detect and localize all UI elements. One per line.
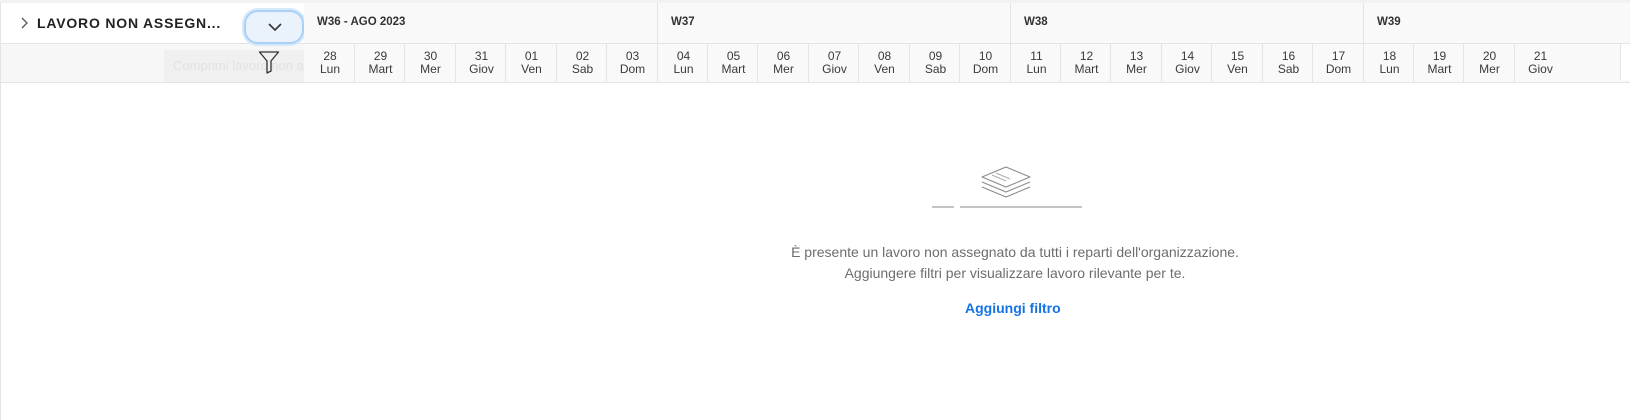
day-column-header: 21 Giov (1514, 44, 1566, 82)
day-name: Sab (1277, 62, 1300, 76)
day-name: Sab (924, 62, 947, 76)
day-name: Sab (571, 62, 594, 76)
day-column-header: 17 Dom (1312, 44, 1364, 82)
day-name: Giov (469, 62, 494, 76)
day-name: Mer (420, 62, 441, 76)
add-filter-link[interactable]: Aggiungi filtro (965, 300, 1061, 316)
week-header-row: W36 - AGO 2023 W37 W38 W39 (304, 3, 1630, 44)
day-column-header: 15 Ven (1211, 44, 1263, 82)
stacked-pages-icon (981, 166, 1031, 198)
day-column-header: 04 Lun (657, 44, 709, 82)
week-label: W37 (671, 16, 695, 28)
week-label: W39 (1377, 16, 1401, 28)
week-header: W38 (1010, 3, 1363, 43)
day-column-header: 05 Mart (707, 44, 759, 82)
day-column-header: 31 Giov (455, 44, 507, 82)
day-name: Giov (1175, 62, 1200, 76)
day-column-header: 10 Dom (959, 44, 1011, 82)
day-column-header: 19 Mart (1413, 44, 1465, 82)
day-name: Lun (673, 62, 694, 76)
chevron-down-icon (268, 23, 282, 32)
day-column-header: 18 Lun (1363, 44, 1415, 82)
day-column-header: 09 Sab (909, 44, 961, 82)
day-column-header: 28 Lun (304, 44, 356, 82)
week-label: W38 (1024, 16, 1048, 28)
unassigned-work-title: LAVORO NON ASSEGN... (37, 15, 222, 31)
empty-state-hint: Aggiungere filtri per visualizzare lavor… (844, 265, 1186, 281)
day-column-header: 12 Mart (1060, 44, 1112, 82)
week-header: W36 - AGO 2023 (304, 3, 657, 43)
day-column-header: 06 Mer (757, 44, 809, 82)
week-header: W39 (1363, 3, 1630, 43)
day-column-header: 08 Ven (858, 44, 910, 82)
day-name: Mer (773, 62, 794, 76)
day-name: Dom (1325, 62, 1352, 76)
day-column-header: 07 Giov (808, 44, 860, 82)
day-column-header: 02 Sab (556, 44, 608, 82)
day-name: Lun (1379, 62, 1400, 76)
collapse-unassigned-button[interactable] (244, 10, 304, 44)
day-name: Mart (368, 62, 393, 76)
empty-state-message: È presente un lavoro non assegnato da tu… (791, 244, 1239, 260)
day-column-header: 11 Lun (1010, 44, 1062, 82)
day-name: Giov (1528, 62, 1553, 76)
day-name: Ven (874, 62, 895, 76)
day-name: Mer (1479, 62, 1500, 76)
day-name: Dom (972, 62, 999, 76)
day-name: Ven (521, 62, 542, 76)
filter-icon[interactable] (258, 50, 280, 74)
day-name: Lun (319, 62, 341, 76)
day-name: Lun (1026, 62, 1047, 76)
day-column-header: 01 Ven (505, 44, 557, 82)
day-column-header: 20 Mer (1463, 44, 1515, 82)
day-name: Mart (1427, 62, 1452, 76)
empty-state-illustration (932, 166, 1082, 208)
day-name: Mart (721, 62, 746, 76)
day-name: Mart (1074, 62, 1099, 76)
timeline-scroll-edge[interactable] (1620, 44, 1630, 80)
chevron-right-icon[interactable] (17, 16, 31, 30)
week-header: W37 (657, 3, 1010, 43)
day-name: Dom (619, 62, 646, 76)
day-column-header: 29 Mart (354, 44, 406, 82)
day-header-row: 28 Lun 29 Mart 30 Mer 31 Giov 01 Ven 02 Sab 03… (304, 44, 1630, 83)
day-name: Ven (1227, 62, 1248, 76)
day-column-header: 13 Mer (1110, 44, 1162, 82)
day-column-header: 30 Mer (404, 44, 456, 82)
day-name: Giov (822, 62, 847, 76)
day-name: Mer (1126, 62, 1147, 76)
day-column-header: 03 Dom (606, 44, 658, 82)
day-column-header: 16 Sab (1262, 44, 1314, 82)
week-label: W36 - AGO 2023 (317, 16, 406, 28)
day-column-header: 14 Giov (1161, 44, 1213, 82)
